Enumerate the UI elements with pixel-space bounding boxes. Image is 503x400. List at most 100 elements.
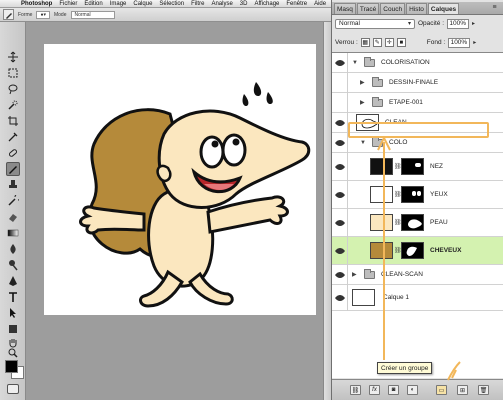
trash-icon[interactable]: 🗑 (478, 385, 489, 395)
lock-label: Verrou : (335, 39, 358, 46)
move-tool-icon[interactable] (6, 50, 20, 64)
menu-photoshop[interactable]: Photoshop (21, 1, 52, 7)
layer-row-dessin-finale[interactable]: ▶ DESSIN-FINALE (332, 72, 503, 93)
menu-3d[interactable]: 3D (240, 1, 248, 7)
layer-row-calque-1[interactable]: Calque 1 (332, 284, 503, 311)
menu-selection[interactable]: Sélection (159, 1, 184, 7)
layer-style-icon[interactable]: fx (369, 385, 380, 395)
menu-calque[interactable]: Calque (133, 1, 152, 7)
quick-select-tool-icon[interactable] (6, 98, 20, 112)
clone-stamp-tool-icon[interactable] (6, 178, 20, 192)
layer-row-etape-001[interactable]: ▶ ETAPE-001 (332, 92, 503, 113)
mode-select[interactable]: Normal (70, 10, 115, 19)
layer-mask-thumbnail[interactable] (401, 186, 424, 203)
path-selection-tool-icon[interactable] (6, 306, 20, 320)
layer-name: DESSIN-FINALE (389, 79, 439, 86)
type-tool-icon[interactable] (6, 290, 20, 304)
menu-fichier[interactable]: Fichier (59, 1, 77, 7)
collapse-triangle-icon[interactable]: ▶ (360, 99, 368, 106)
layer-row-cheveux[interactable]: ⛓ CHEVEUX (332, 236, 503, 265)
eye-icon[interactable] (332, 284, 348, 311)
new-layer-icon[interactable]: ⊞ (457, 385, 468, 395)
opacity-field[interactable]: 100% (447, 18, 470, 29)
healing-brush-tool-icon[interactable] (6, 146, 20, 160)
layer-row-peau[interactable]: ⛓ PEAU (332, 208, 503, 237)
foreground-color-swatch[interactable] (5, 360, 18, 373)
eye-icon[interactable] (332, 132, 348, 153)
layer-row-colorisation[interactable]: ▼ COLORISATION (332, 53, 503, 73)
shape-tool-icon[interactable] (6, 322, 20, 336)
zoom-tool-icon[interactable] (6, 346, 20, 360)
lock-position-icon[interactable]: ✛ (384, 38, 394, 47)
menu-image[interactable]: Image (110, 1, 127, 7)
tab-couches[interactable]: Couch (380, 3, 406, 14)
menu-filtre[interactable]: Filtre (191, 1, 204, 7)
expand-triangle-icon[interactable]: ▼ (360, 140, 368, 146)
eye-icon[interactable] (332, 180, 348, 209)
link-layers-icon[interactable]: ⛓ (350, 385, 361, 395)
tab-histogramme[interactable]: Histo (406, 3, 427, 14)
menu-affichage[interactable]: Affichage (254, 1, 279, 7)
gradient-tool-icon[interactable] (6, 226, 20, 240)
layer-mask-thumbnail[interactable] (401, 242, 424, 259)
layer-row-nez[interactable]: ⛓ NEZ (332, 152, 503, 181)
link-icon[interactable]: ⛓ (394, 191, 402, 198)
link-icon[interactable]: ⛓ (394, 219, 402, 226)
eye-icon[interactable] (332, 264, 348, 285)
marquee-tool-icon[interactable] (6, 66, 20, 80)
lock-transparency-icon[interactable]: ▦ (360, 38, 370, 47)
layer-row-clean-scan[interactable]: ▶ CLEAN-SCAN (332, 264, 503, 285)
collapse-triangle-icon[interactable]: ▶ (352, 271, 360, 278)
quick-mask-button[interactable] (7, 384, 19, 394)
history-brush-tool-icon[interactable] (6, 194, 20, 208)
expand-triangle-icon[interactable]: ▼ (352, 60, 360, 66)
dodge-tool-icon[interactable] (6, 258, 20, 272)
link-icon[interactable]: ⛓ (394, 247, 402, 254)
layer-mask-thumbnail[interactable] (401, 214, 424, 231)
fill-field[interactable]: 100% (448, 37, 471, 48)
pen-tool-icon[interactable] (6, 274, 20, 288)
fill-value: 100% (450, 39, 468, 46)
link-icon[interactable]: ⛓ (394, 163, 402, 170)
blur-tool-icon[interactable] (6, 242, 20, 256)
layer-row-clean[interactable]: CLEAN (332, 112, 503, 133)
lasso-tool-icon[interactable] (6, 82, 20, 96)
tab-masques[interactable]: Masq (334, 3, 356, 14)
lock-pixels-icon[interactable]: ✎ (372, 38, 382, 47)
document-canvas[interactable] (44, 44, 316, 315)
lock-all-icon[interactable]: ■ (396, 38, 406, 47)
layer-mask-thumbnail[interactable] (401, 158, 424, 175)
opacity-slider-icon[interactable]: ▸ (472, 20, 475, 27)
eye-icon[interactable] (332, 208, 348, 237)
panel-menu-icon[interactable]: ≡ (490, 4, 499, 12)
vertical-scrollbar[interactable] (323, 22, 331, 400)
tab-traces[interactable]: Tracé (356, 3, 380, 14)
fill-slider-icon[interactable]: ▸ (473, 39, 476, 46)
eye-icon[interactable] (332, 112, 348, 133)
eye-hidden-icon[interactable] (332, 72, 348, 93)
menu-analyse[interactable]: Analyse (211, 1, 232, 7)
eye-hidden-icon[interactable] (332, 92, 348, 113)
blend-mode-select[interactable]: Normal ▾ (335, 18, 415, 29)
menu-aide[interactable]: Aide (314, 1, 326, 7)
eyedropper-tool-icon[interactable] (6, 130, 20, 144)
crop-tool-icon[interactable] (6, 114, 20, 128)
eraser-tool-icon[interactable] (6, 210, 20, 224)
tooltip: Créer un groupe (377, 362, 433, 374)
menu-edition[interactable]: Édition (84, 1, 102, 7)
eye-icon[interactable] (332, 236, 348, 265)
brush-tool-icon[interactable] (6, 162, 20, 176)
menu-fenetre[interactable]: Fenêtre (286, 1, 307, 7)
brush-picker[interactable]: ●▾ (36, 10, 50, 19)
new-group-button[interactable]: ▭ (436, 385, 447, 395)
eye-icon[interactable] (332, 53, 348, 73)
tab-calques[interactable]: Calques (427, 3, 460, 14)
brush-preset-icon[interactable] (3, 9, 14, 20)
layer-row-yeux[interactable]: ⛓ YEUX (332, 180, 503, 209)
adjustment-layer-icon[interactable]: ◐ (407, 385, 418, 395)
add-mask-icon[interactable]: ◙ (388, 385, 399, 395)
layer-row-colo[interactable]: ▼ COLO (332, 132, 503, 153)
blend-row: Normal ▾ Opacité : 100% ▸ (332, 17, 503, 30)
collapse-triangle-icon[interactable]: ▶ (360, 79, 368, 86)
eye-icon[interactable] (332, 152, 348, 181)
